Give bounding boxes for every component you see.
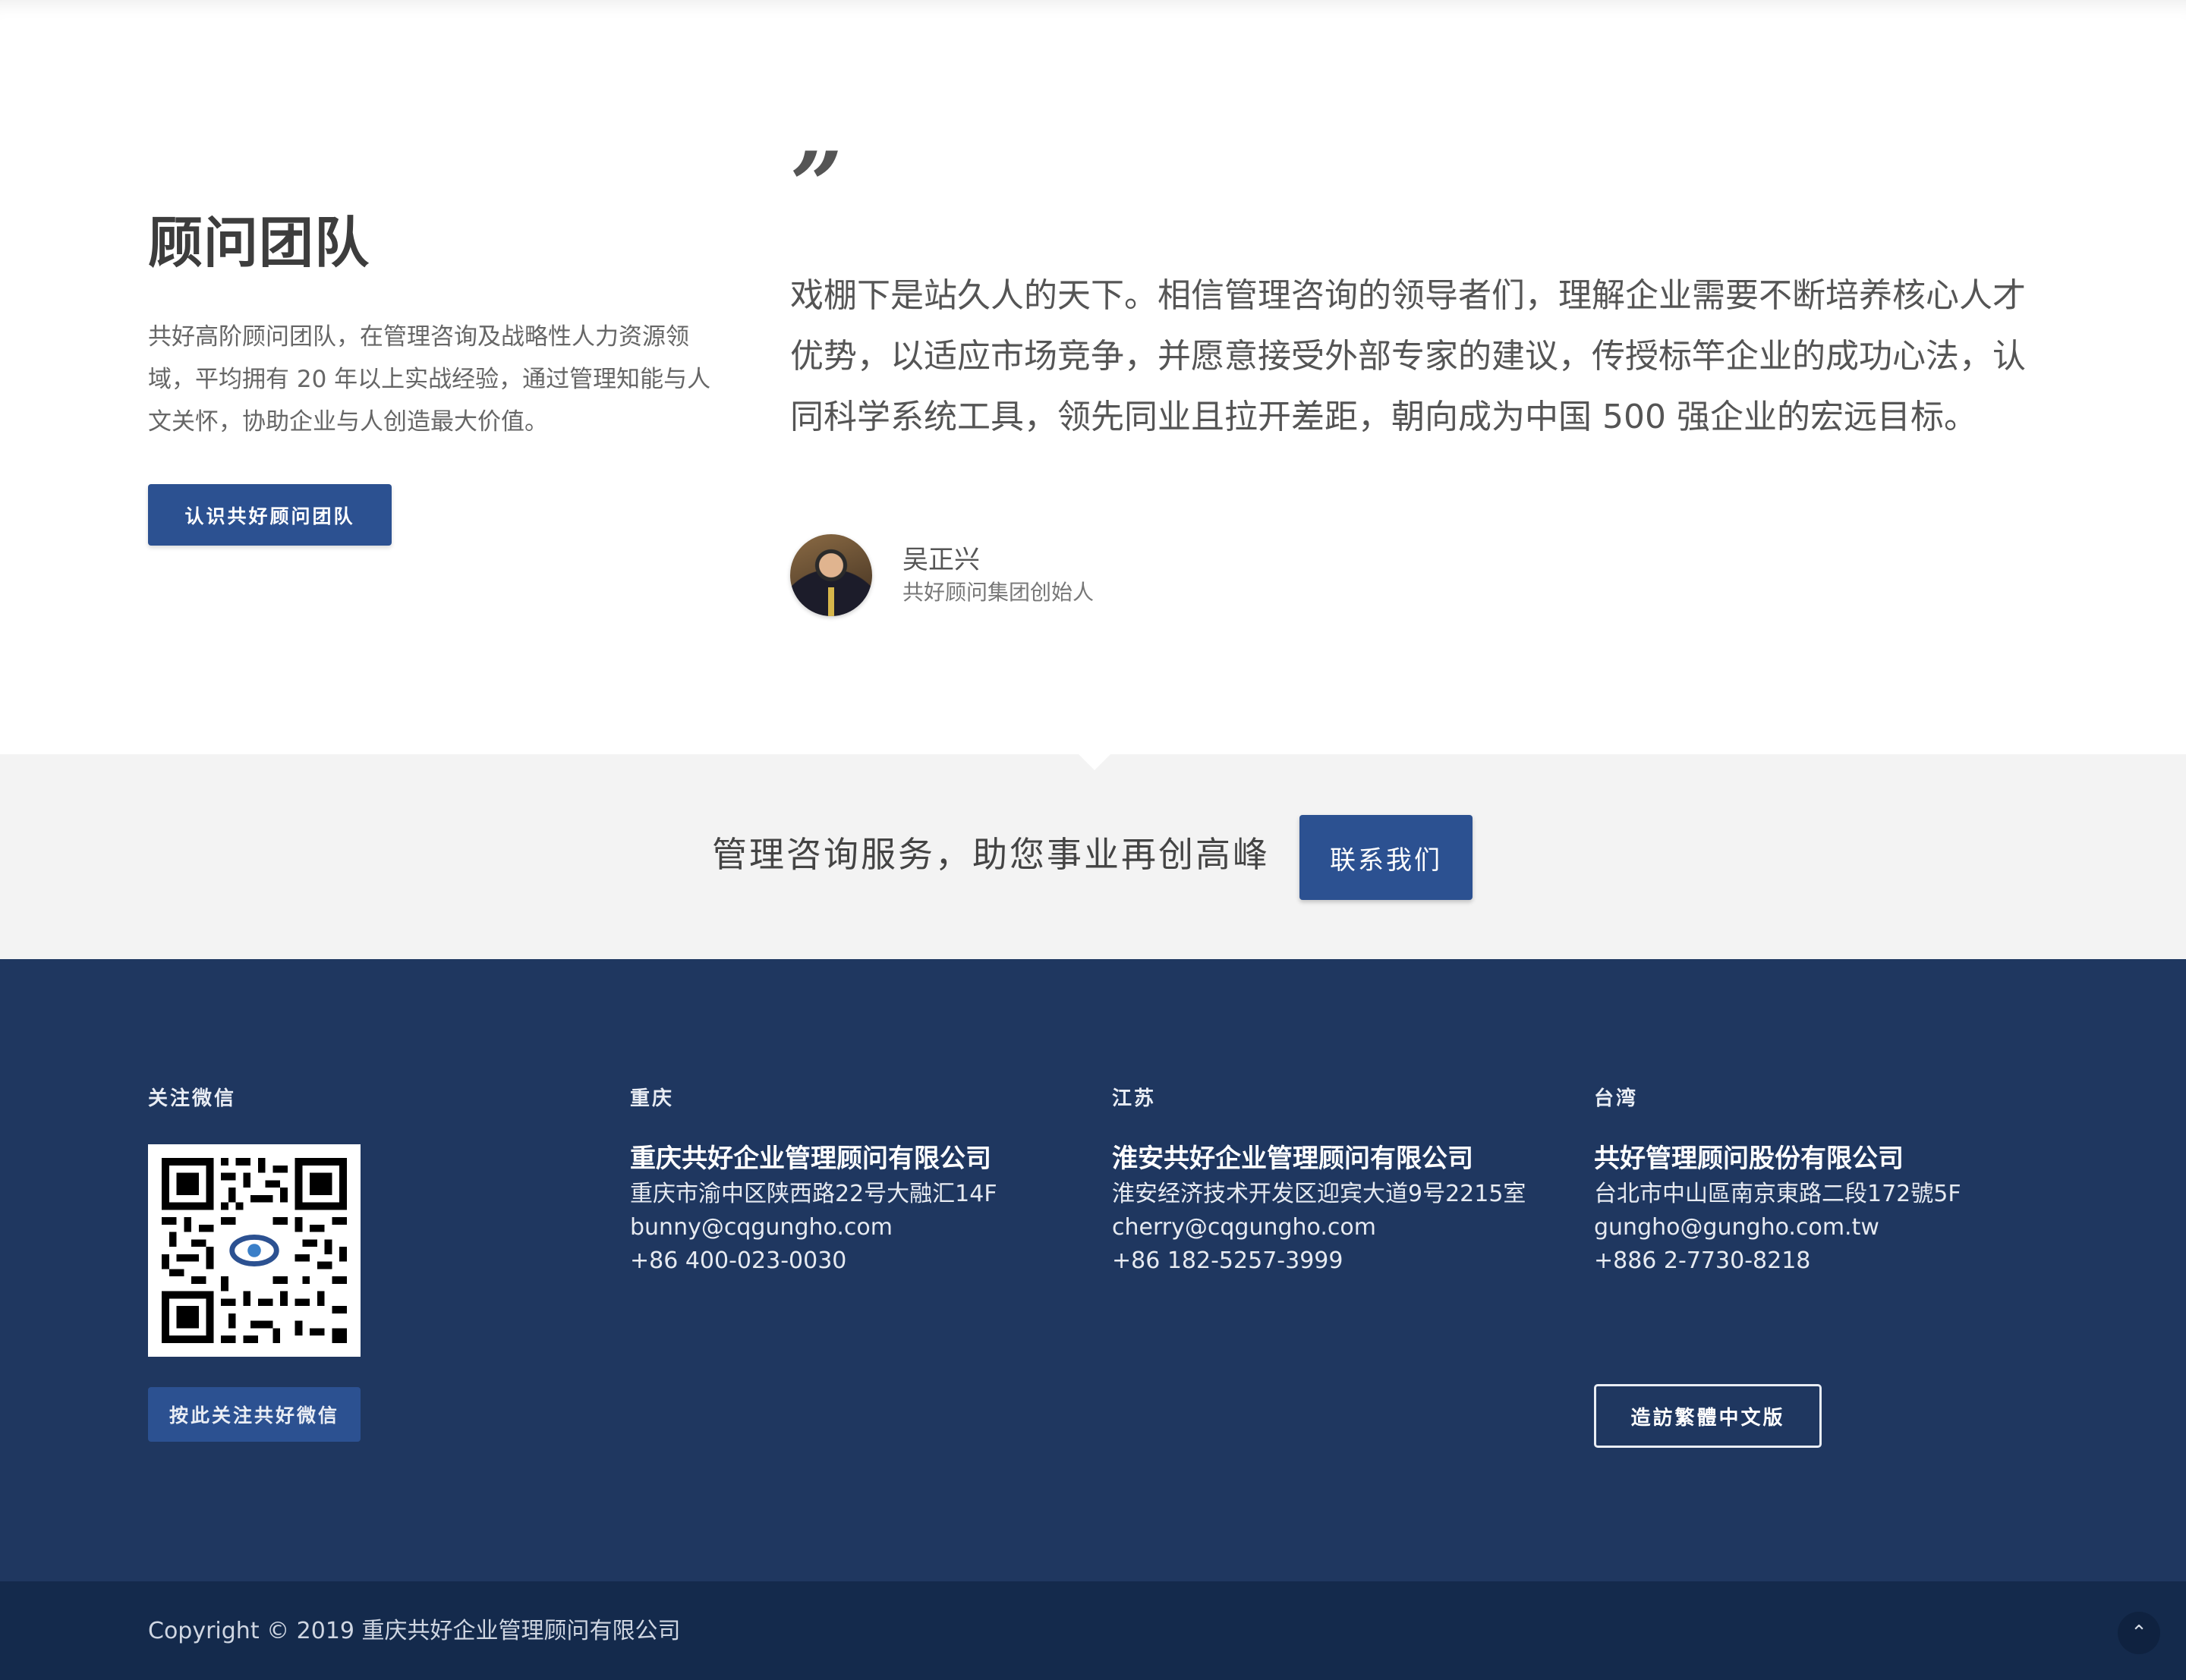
- author-info: 吴正兴 共好顾问集团创始人: [902, 543, 1094, 608]
- wechat-heading: 关注微信: [148, 1087, 237, 1110]
- author-role: 共好顾问集团创始人: [902, 580, 1095, 605]
- quote-text: 戏棚下是站久人的天下。相信管理咨询的领导者们，理解企业需要不断培养核心人才优势，…: [790, 276, 2026, 436]
- avatar: [790, 534, 872, 616]
- founder-quote: ” 戏棚下是站久人的天下。相信管理咨询的领导者们，理解企业需要不断培养核心人才优…: [790, 132, 2050, 616]
- office-email-link[interactable]: cherry@cqgungho.com: [1112, 1211, 1526, 1244]
- footer-wechat-column: 关注微信 按此关注共好微信: [148, 1085, 361, 1442]
- chevron-up-icon: ⌃: [2131, 1622, 2147, 1644]
- team-intro: 顾问团队 共好高阶顾问团队，在管理咨询及战略性人力资源领域，平均拥有 20 年以…: [148, 205, 725, 546]
- section-notch: [1078, 753, 1111, 770]
- copyright-bar: Copyright © 2019 重庆共好企业管理顾问有限公司 ⌃: [0, 1581, 2186, 1680]
- office-heading: 重庆: [630, 1087, 675, 1110]
- office-company: 共好管理顾问股份有限公司: [1594, 1144, 1904, 1174]
- office-heading: 台湾: [1594, 1087, 1639, 1110]
- team-title: 顾问团队: [148, 211, 370, 275]
- footer-office-taiwan: 台湾 共好管理顾问股份有限公司 台北市中山區南京東路二段172號5F gungh…: [1594, 1085, 1961, 1278]
- author-name: 吴正兴: [902, 545, 980, 575]
- cta-band: 管理咨询服务，助您事业再创高峰 联系我们: [0, 753, 2186, 959]
- cta-text: 管理咨询服务，助您事业再创高峰: [712, 834, 1270, 875]
- meet-team-button[interactable]: 认识共好顾问团队: [148, 484, 392, 546]
- wechat-qr-code: [148, 1144, 361, 1357]
- footer-office-chongqing: 重庆 重庆共好企业管理顾问有限公司 重庆市渝中区陕西路22号大融汇14F bun…: [630, 1085, 997, 1278]
- office-phone: +86 182-5257-3999: [1112, 1247, 1343, 1274]
- back-to-top-button[interactable]: ⌃: [2118, 1612, 2160, 1654]
- follow-wechat-button[interactable]: 按此关注共好微信: [148, 1387, 361, 1442]
- copyright-text: Copyright © 2019 重庆共好企业管理顾问有限公司: [148, 1618, 681, 1644]
- team-section: 顾问团队 共好高阶顾问团队，在管理咨询及战略性人力资源领域，平均拥有 20 年以…: [0, 0, 2186, 754]
- office-phone: +886 2-7730-8218: [1594, 1247, 1811, 1274]
- office-address: 重庆市渝中区陕西路22号大融汇14F: [630, 1181, 997, 1207]
- footer: 关注微信 按此关注共好微信 重庆 重庆共好企业管理顾问有限公司 重庆市渝中区陕西…: [0, 959, 2186, 1581]
- team-description: 共好高阶顾问团队，在管理咨询及战略性人力资源领域，平均拥有 20 年以上实战经验…: [148, 323, 711, 436]
- office-company: 淮安共好企业管理顾问有限公司: [1112, 1144, 1473, 1174]
- quote-author: 吴正兴 共好顾问集团创始人: [790, 534, 1094, 616]
- quote-mark-icon: ”: [790, 132, 843, 239]
- office-address: 淮安经济技术开发区迎宾大道9号2215室: [1112, 1181, 1526, 1207]
- qr-code-icon: [162, 1158, 347, 1343]
- office-email-link[interactable]: gungho@gungho.com.tw: [1594, 1211, 1961, 1244]
- office-company: 重庆共好企业管理顾问有限公司: [630, 1144, 991, 1174]
- office-phone: +86 400-023-0030: [630, 1247, 847, 1274]
- office-heading: 江苏: [1112, 1087, 1157, 1110]
- traditional-chinese-button[interactable]: 造訪繁體中文版: [1594, 1384, 1822, 1448]
- office-email-link[interactable]: bunny@cqgungho.com: [630, 1211, 997, 1244]
- contact-us-button[interactable]: 联系我们: [1299, 815, 1473, 900]
- office-address: 台北市中山區南京東路二段172號5F: [1594, 1181, 1961, 1207]
- footer-office-jiangsu: 江苏 淮安共好企业管理顾问有限公司 淮安经济技术开发区迎宾大道9号2215室 c…: [1112, 1085, 1526, 1278]
